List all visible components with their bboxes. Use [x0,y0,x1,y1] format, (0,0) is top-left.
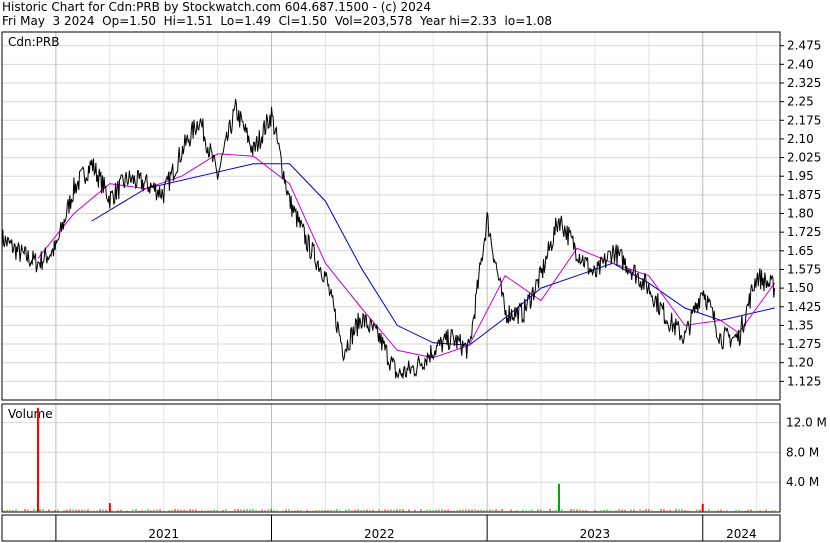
price-line [1,98,776,379]
price-tick-label: 1.425 [787,300,821,314]
volume-grid [2,404,780,512]
price-tick-label: 1.35 [787,318,814,332]
price-tick-label: 1.125 [787,374,821,388]
time-axis-labels: 2021 2022 2023 2024 [55,515,757,541]
price-tick-label: 1.875 [787,188,821,202]
price-tick-label: 2.475 [787,39,821,53]
volume-label: Volume [8,407,53,421]
price-tick-label: 1.95 [787,169,814,183]
price-tick-label: 1.80 [787,207,814,221]
price-tick-label: 2.325 [787,76,821,90]
price-grid [2,32,780,400]
ma-short-line [37,153,776,359]
volume-axis-labels: 12.0 M 8.0 M 4.0 M [786,416,827,490]
price-axis-labels: 2.475 2.40 2.325 2.25 2.175 2.10 2.025 1.95 1.87… [780,39,821,388]
price-tick-label: 1.50 [787,281,814,295]
price-tick-label: 1.20 [787,356,814,370]
year-label: 2023 [580,527,611,541]
volume-panel-frame [1,403,781,513]
price-tick-label: 1.725 [787,225,821,239]
price-tick-label: 2.25 [787,95,814,109]
year-label: 2021 [148,527,179,541]
volume-tick-label: 8.0 M [786,445,819,459]
volume-tick-label: 4.0 M [786,475,819,489]
volume-tick-label: 12.0 M [786,416,827,430]
stock-chart: Cdn:PRB Volume 2.4752.402.3252.252.1752.… [1,31,827,542]
price-panel-frame [1,31,781,401]
year-label: 2022 [364,527,395,541]
symbol-label: Cdn:PRB [8,35,59,49]
price-tick-label: 2.40 [787,57,814,71]
volume-bars [3,407,776,512]
price-tick-label: 2.10 [787,132,814,146]
price-tick-label: 2.025 [787,151,821,165]
price-tick-label: 1.275 [787,337,821,351]
price-tick-label: 1.65 [787,244,814,258]
price-tick-label: 2.175 [787,113,821,127]
year-label: 2024 [726,527,757,541]
price-tick-label: 1.575 [787,262,821,276]
